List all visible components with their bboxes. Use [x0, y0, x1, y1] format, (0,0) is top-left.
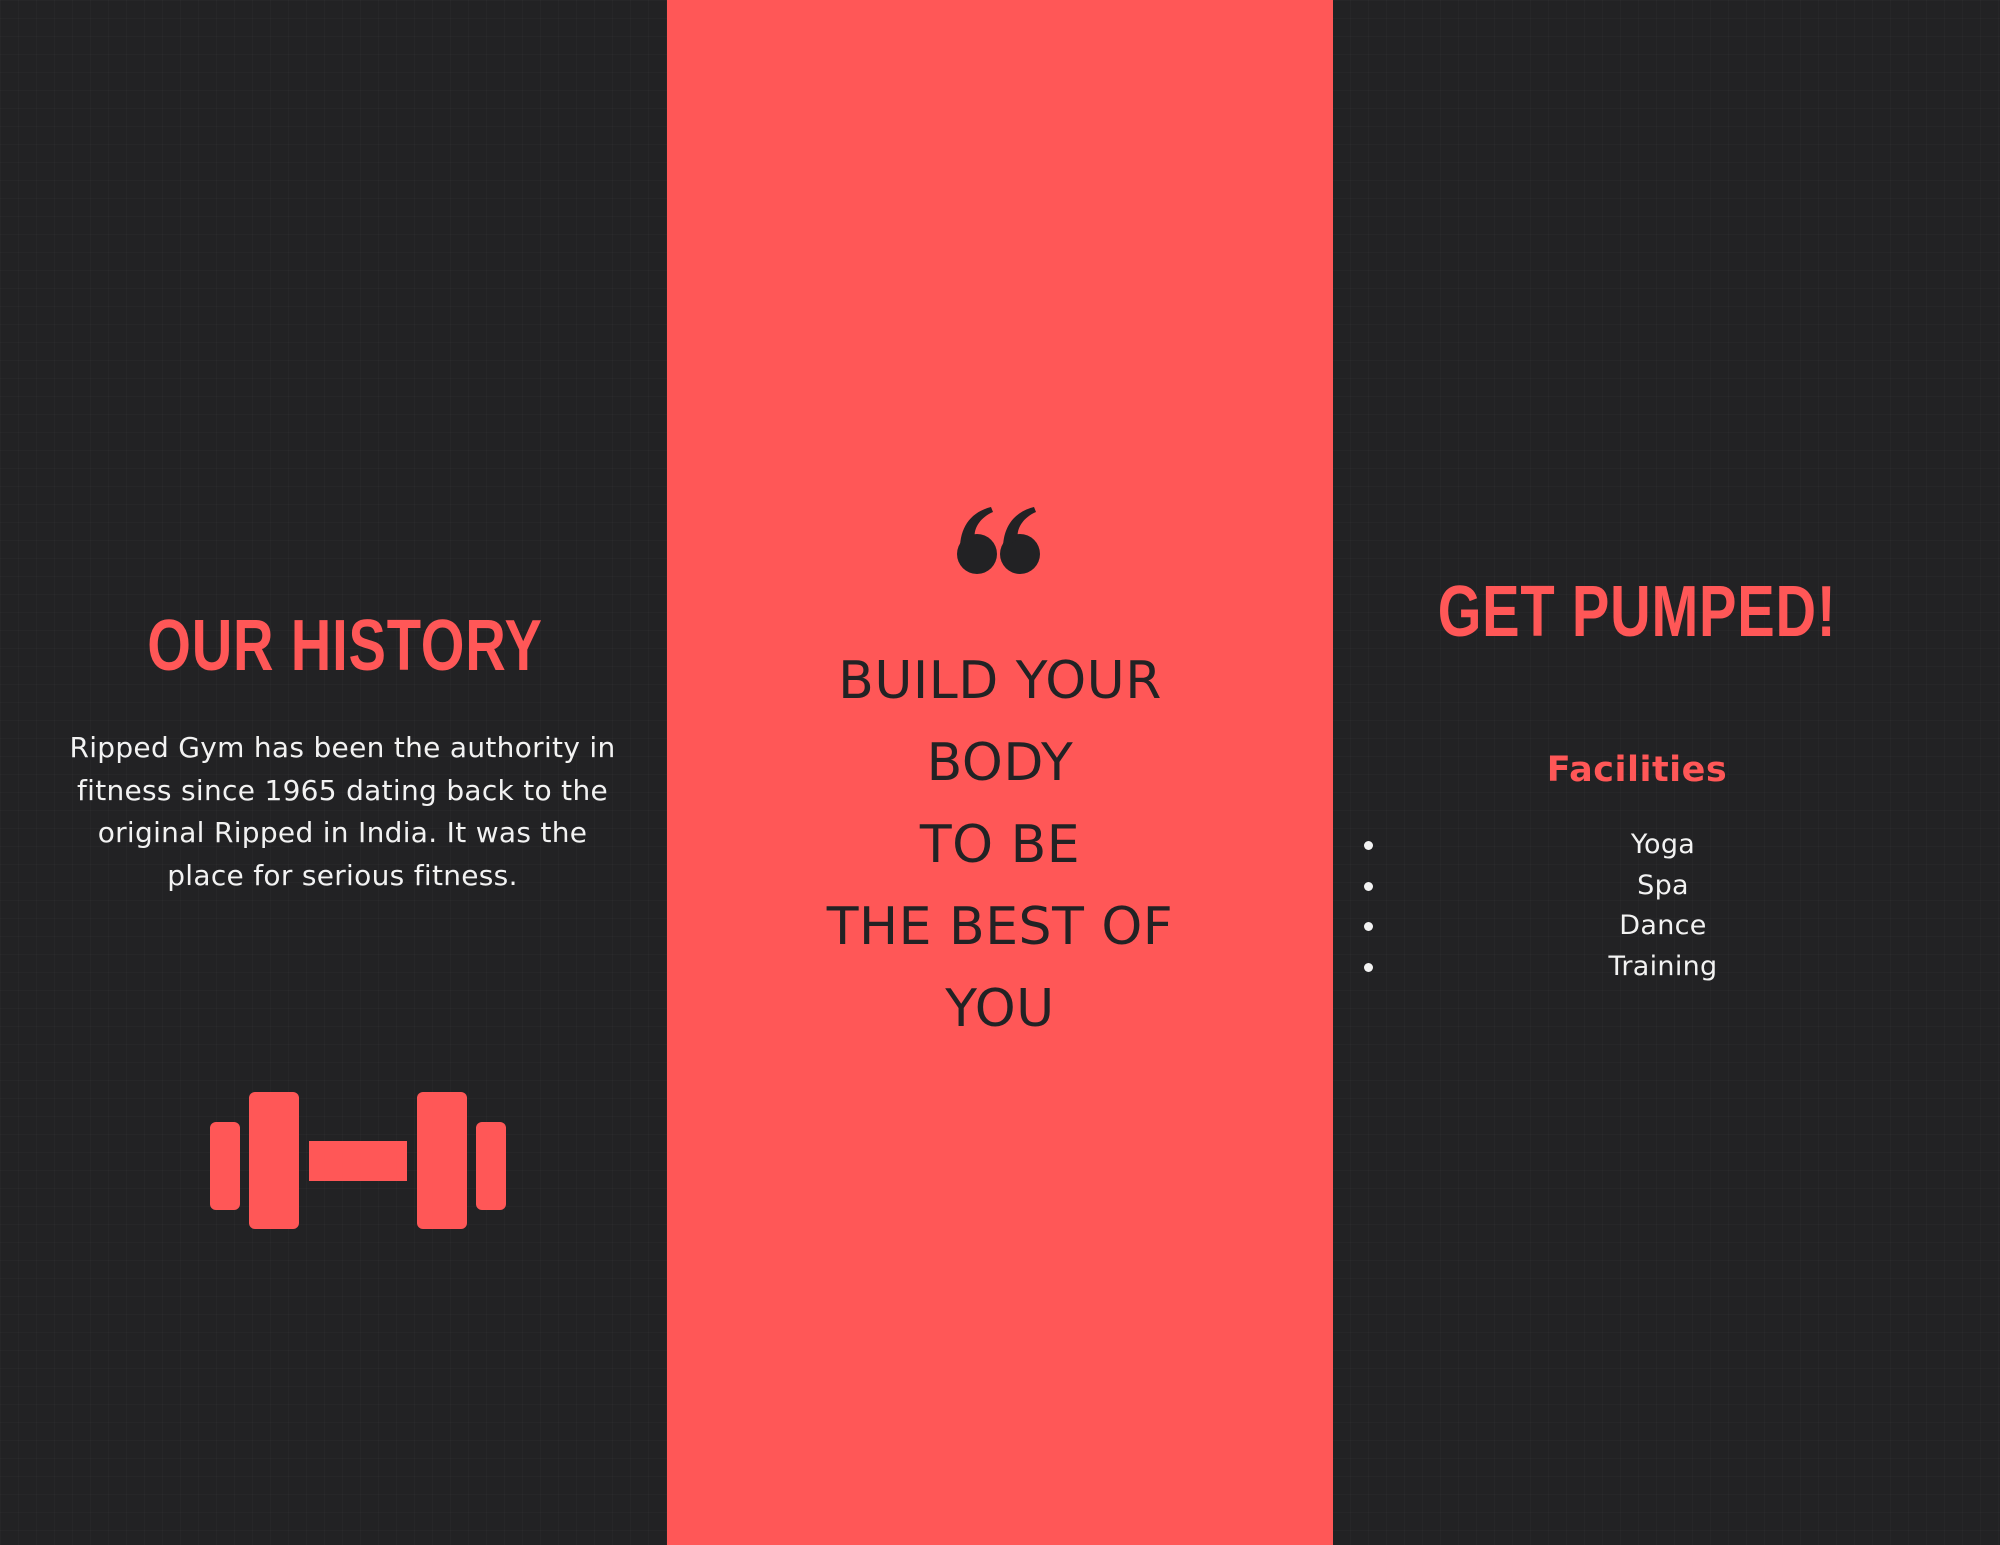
center-panel: BUILD YOUR BODY TO BE THE BEST OF YOU: [667, 0, 1333, 1545]
facility-label: Training: [1608, 950, 1718, 982]
list-item: Training: [1333, 947, 2000, 988]
list-item: Spa: [1333, 866, 2000, 907]
quote-line: BUILD YOUR: [838, 651, 1162, 711]
dumbbell-end-right: [476, 1122, 506, 1210]
bullet-icon: [1364, 881, 1373, 891]
bullet-icon: [1364, 841, 1373, 850]
dumbbell-bar: [309, 1141, 407, 1181]
dumbbell-plate-right: [417, 1092, 467, 1229]
quote-line: THE BEST OF: [826, 897, 1174, 957]
quote-mark-icon: [957, 507, 1040, 574]
bullet-icon: [1364, 922, 1373, 931]
facilities-heading: Facilities: [1546, 750, 1728, 790]
list-item: Dance: [1333, 906, 2000, 947]
dumbbell-icon: [210, 1092, 506, 1229]
history-text: Ripped Gym has been the authority in fit…: [69, 731, 616, 892]
facility-label: Spa: [1637, 869, 1689, 901]
list-item: Yoga: [1333, 825, 2000, 866]
right-panel: GET PUMPED! Facilities Yoga Spa Dance Tr…: [1333, 0, 2000, 1545]
facility-label: Dance: [1619, 910, 1707, 941]
quote-text: BUILD YOUR BODY TO BE THE BEST OF YOU: [667, 640, 1333, 1050]
history-heading: OUR HISTORY: [147, 606, 543, 686]
dumbbell-plate-left: [249, 1092, 299, 1229]
quote-line: BODY: [926, 733, 1074, 793]
quote-line: YOU: [945, 979, 1055, 1039]
bullet-icon: [1364, 962, 1373, 972]
get-pumped-heading: GET PUMPED!: [1437, 572, 1837, 652]
facilities-list: Yoga Spa Dance Training: [1333, 825, 2000, 987]
facility-label: Yoga: [1630, 829, 1696, 860]
quote-line: TO BE: [919, 815, 1081, 875]
dumbbell-end-left: [210, 1122, 240, 1210]
left-panel: OUR HISTORY Ripped Gym has been the auth…: [0, 0, 667, 1545]
